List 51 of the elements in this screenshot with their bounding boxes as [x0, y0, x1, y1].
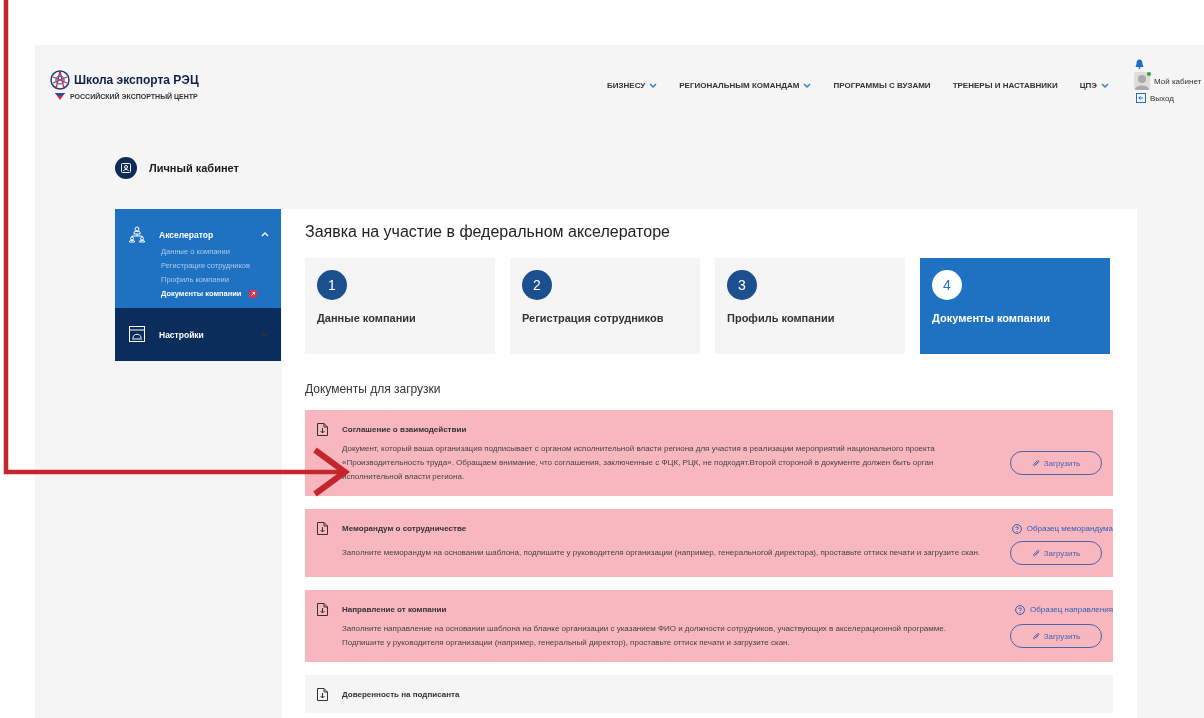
step-label: Документы компании [932, 312, 1051, 324]
step-tab[interactable]: 1 Данные компании [305, 258, 495, 354]
bell-icon [1135, 59, 1144, 69]
nav-link[interactable]: ЦПЭ [1079, 80, 1109, 90]
step-label: Профиль компании [727, 312, 836, 324]
document-title: Соглашение о взаимодействии [342, 425, 467, 434]
window-icon [129, 326, 145, 343]
sample-link[interactable]: Образец меморандума [1011, 523, 1113, 534]
paperclip-icon [1031, 631, 1040, 641]
step-tab[interactable]: 2 Регистрация сотрудников [510, 258, 700, 354]
paperclip-icon [1031, 458, 1040, 468]
page-title: Личный кабинет [149, 162, 239, 174]
document-title: Направление от компании [342, 605, 447, 614]
section-title: Документы для загрузки [305, 382, 442, 396]
nav-link[interactable]: БИЗНЕСУ [607, 80, 658, 90]
help-icon [1015, 604, 1026, 615]
profile-badge-icon [115, 157, 137, 179]
document-title: Меморандум о сотрудничестве [342, 524, 467, 533]
document-description: Документ, который ваша организация подписывает с органом исполнительной власти региона для участия в реализации мероприятий национального проекта «Производительность труда». Обращаем внимание, что соглашения, заключенные с ФЦК, РЦК, не подходят.Второй стороной в документе должен быть орган исполнительной власти региона. [342, 443, 935, 483]
logout-link[interactable]: Выход [1150, 93, 1174, 103]
step-label: Регистрация сотрудников [522, 312, 665, 324]
document-title: Доверенность на подписанта [342, 690, 460, 699]
avatar-icon [1134, 72, 1150, 90]
logout-icon [1136, 93, 1146, 103]
nav-link[interactable]: ПРОГРАММЫ С ВУЗАМИ [833, 80, 931, 90]
people-icon [129, 226, 145, 243]
sidebar-section-label[interactable]: Акселератор [159, 229, 214, 240]
step-number: 4 [932, 270, 962, 300]
logo-title: Школа экспорта РЭЦ [74, 73, 199, 87]
file-download-icon [317, 603, 328, 616]
document-description: Заполните меморандум на основании шаблона, подпишите у руководителя организации (например, генеральногой директора), проставьте оттиск печати и загрузите скан. [342, 547, 981, 559]
step-number: 2 [522, 270, 552, 300]
paperclip-icon [1031, 548, 1040, 558]
file-download-icon [317, 522, 328, 535]
step-number: 3 [727, 270, 757, 300]
help-icon [1011, 523, 1022, 534]
nav-link[interactable]: ТРЕНЕРЫ И НАСТАВНИКИ [952, 80, 1058, 90]
cabinet-link[interactable]: Мой кабинет [1154, 76, 1202, 86]
nav-link[interactable]: РЕГИОНАЛЬНЫМ КОМАНДАМ [679, 80, 812, 90]
file-download-icon [317, 688, 328, 701]
sidebar-section-label[interactable]: Настройки [159, 329, 204, 340]
document-description: Заполните направление на основании шаблона на бланке организации с указанием ФИО и должности сотрудников, участвующих в акселерационной программе. Подпишите у руководителя организации (например, генеральный директор), проставьте оттиск печати и загрузите скан. [342, 623, 946, 649]
step-number: 1 [317, 270, 347, 300]
form-title: Заявка на участие в федеральном акселераторе [305, 223, 671, 241]
step-tab[interactable]: 4 Документы компании [920, 258, 1110, 354]
step-label: Данные компании [317, 312, 417, 324]
globe-logo-icon [50, 70, 70, 90]
triangle-logo-icon [55, 93, 65, 100]
step-tab[interactable]: 3 Профиль компании [715, 258, 905, 354]
sample-link[interactable]: Образец направления [1015, 604, 1113, 615]
file-download-icon [317, 423, 328, 436]
